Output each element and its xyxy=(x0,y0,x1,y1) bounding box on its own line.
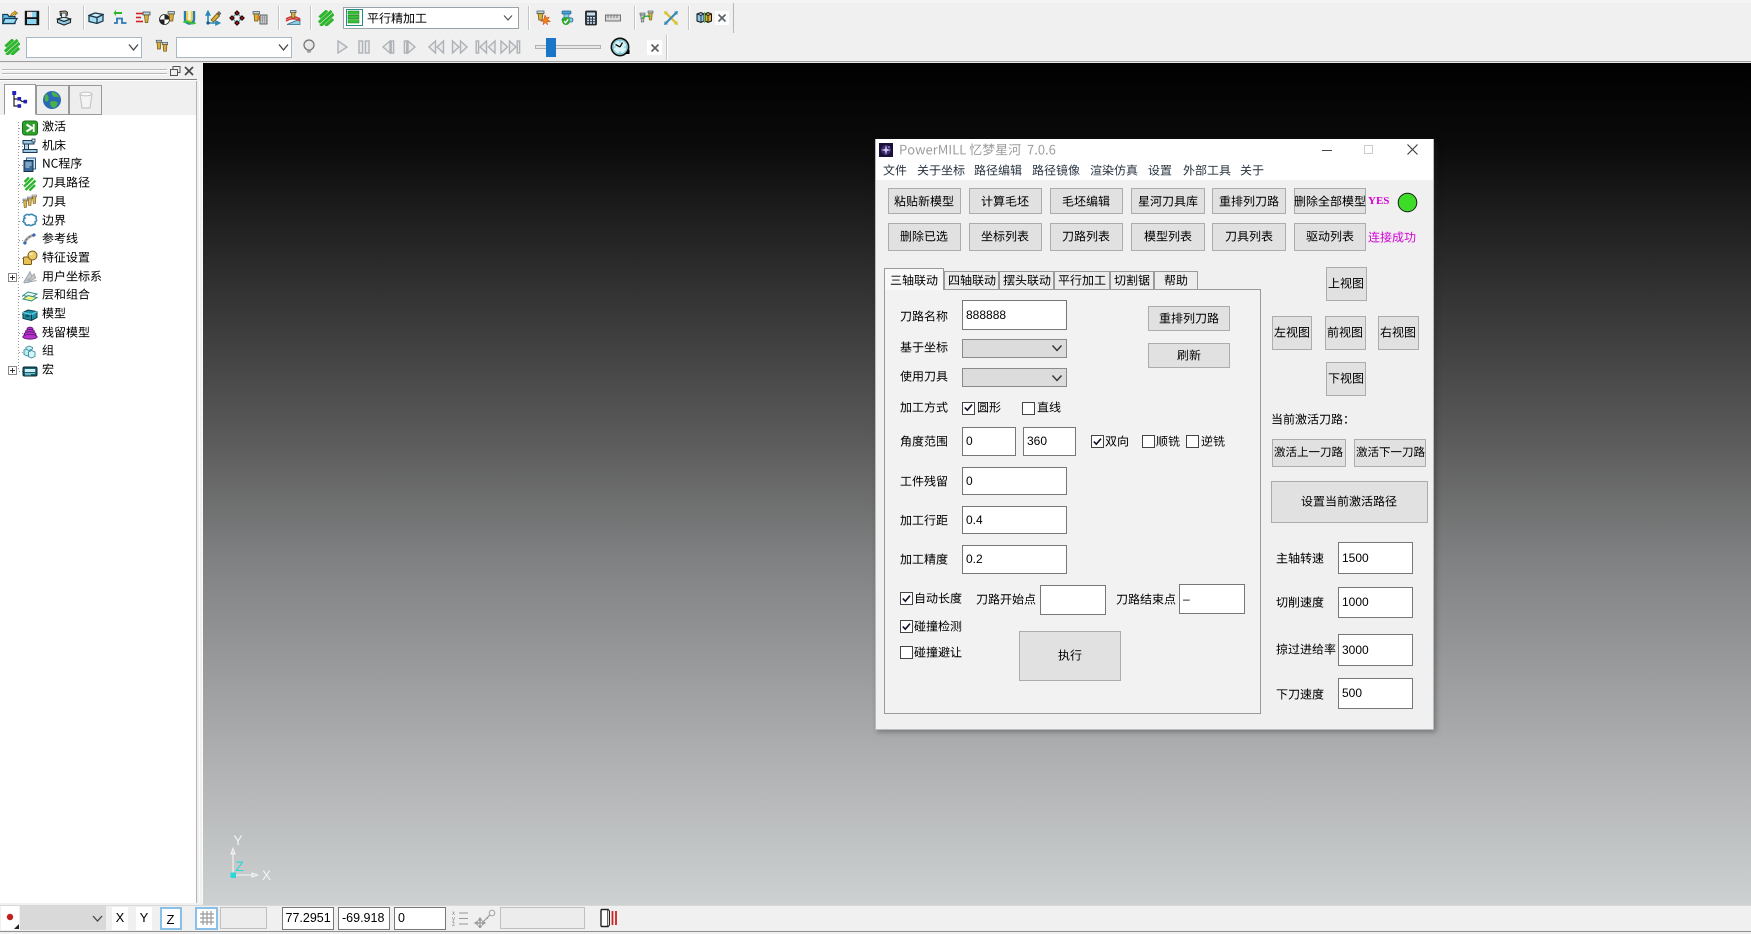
svg-text:Z: Z xyxy=(236,859,244,874)
svg-text:X: X xyxy=(262,868,271,883)
svg-text:z: z xyxy=(452,922,455,926)
svg-text:Y: Y xyxy=(234,833,243,848)
